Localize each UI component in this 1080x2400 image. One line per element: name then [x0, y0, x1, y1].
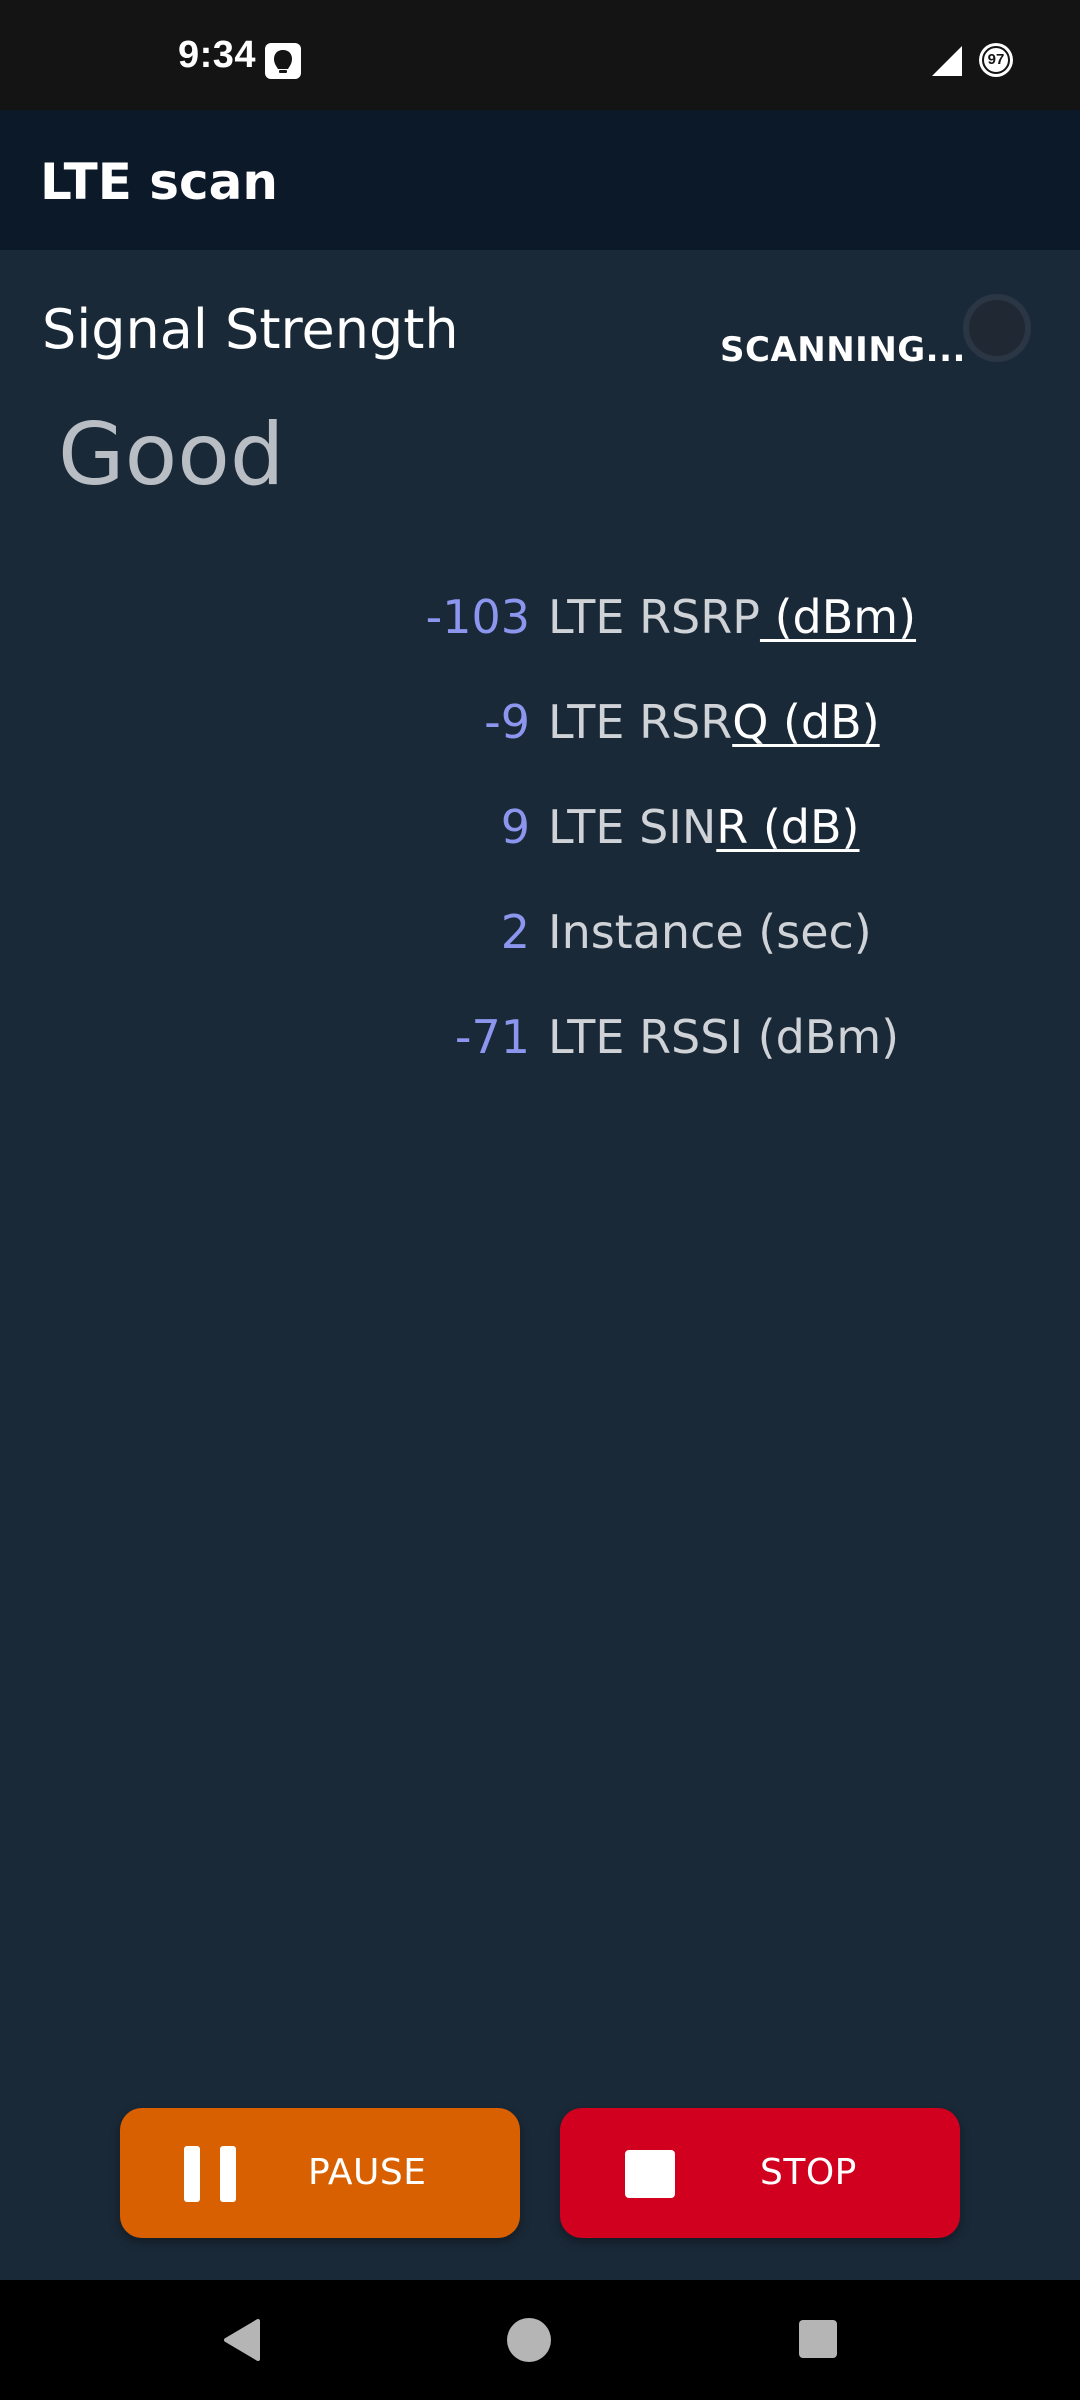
- metric-row-rsrp: -103 LTE RSRP (dBm): [0, 590, 1080, 695]
- back-triangle-icon[interactable]: [222, 2318, 262, 2362]
- metric-label-text: Instance (sec): [548, 905, 872, 959]
- signal-strength-value: Good: [58, 405, 285, 505]
- metric-label-unit: (dBm): [759, 590, 917, 644]
- stop-button[interactable]: STOP: [560, 2108, 960, 2238]
- home-circle-icon[interactable]: [507, 2318, 551, 2362]
- cell-signal-icon: [932, 46, 962, 76]
- pause-icon: [184, 2146, 238, 2202]
- navigation-bar: [0, 2280, 1080, 2400]
- signal-strength-label: Signal Strength: [42, 298, 459, 361]
- pause-button-label: PAUSE: [308, 2152, 427, 2193]
- stop-button-label: STOP: [760, 2152, 857, 2193]
- metric-value: 9: [500, 800, 530, 854]
- metrics-list: -103 LTE RSRP (dBm) -9 LTE RSRQ (dB) 9 L…: [0, 590, 1080, 1115]
- stop-icon: [625, 2150, 675, 2198]
- pause-button[interactable]: PAUSE: [120, 2108, 520, 2238]
- app-title: LTE scan: [40, 153, 278, 211]
- metric-label: LTE RSRP (dBm): [548, 590, 916, 644]
- metric-label-text: LTE RSRP: [548, 590, 760, 644]
- metric-value: -71: [454, 1010, 530, 1064]
- metric-label-unit: R (dB): [716, 800, 860, 854]
- metric-value: 2: [500, 905, 530, 959]
- metric-label-text: LTE SIN: [548, 800, 717, 854]
- metric-row-rssi: -71 LTE RSSI (dBm): [0, 1010, 1080, 1115]
- metric-row-rsrq: -9 LTE RSRQ (dB): [0, 695, 1080, 800]
- metric-value: -103: [425, 590, 530, 644]
- metric-value: -9: [484, 695, 530, 749]
- scan-status-text: SCANNING...: [720, 330, 966, 370]
- metric-row-instance: 2 Instance (sec): [0, 905, 1080, 1010]
- status-bar: 9:34 97: [0, 0, 1080, 110]
- recents-square-icon[interactable]: [799, 2320, 837, 2358]
- metric-row-sinr: 9 LTE SINR (dB): [0, 800, 1080, 905]
- scan-progress-indicator: [963, 294, 1031, 362]
- metric-label: LTE SINR (dB): [548, 800, 860, 854]
- metric-label-text: LTE RSR: [548, 695, 733, 749]
- metric-label-text: LTE RSSI (dBm): [548, 1010, 900, 1064]
- battery-level: 97: [987, 51, 1005, 68]
- notification-square-icon: [265, 43, 301, 79]
- status-time: 9:34: [178, 34, 257, 76]
- metric-label-unit: Q (dB): [732, 695, 880, 749]
- metric-label: LTE RSSI (dBm): [548, 1010, 899, 1064]
- metric-label: LTE RSRQ (dB): [548, 695, 880, 749]
- metric-label: Instance (sec): [548, 905, 872, 959]
- battery-icon: 97: [977, 41, 1015, 79]
- app-bar: LTE scan: [0, 110, 1080, 250]
